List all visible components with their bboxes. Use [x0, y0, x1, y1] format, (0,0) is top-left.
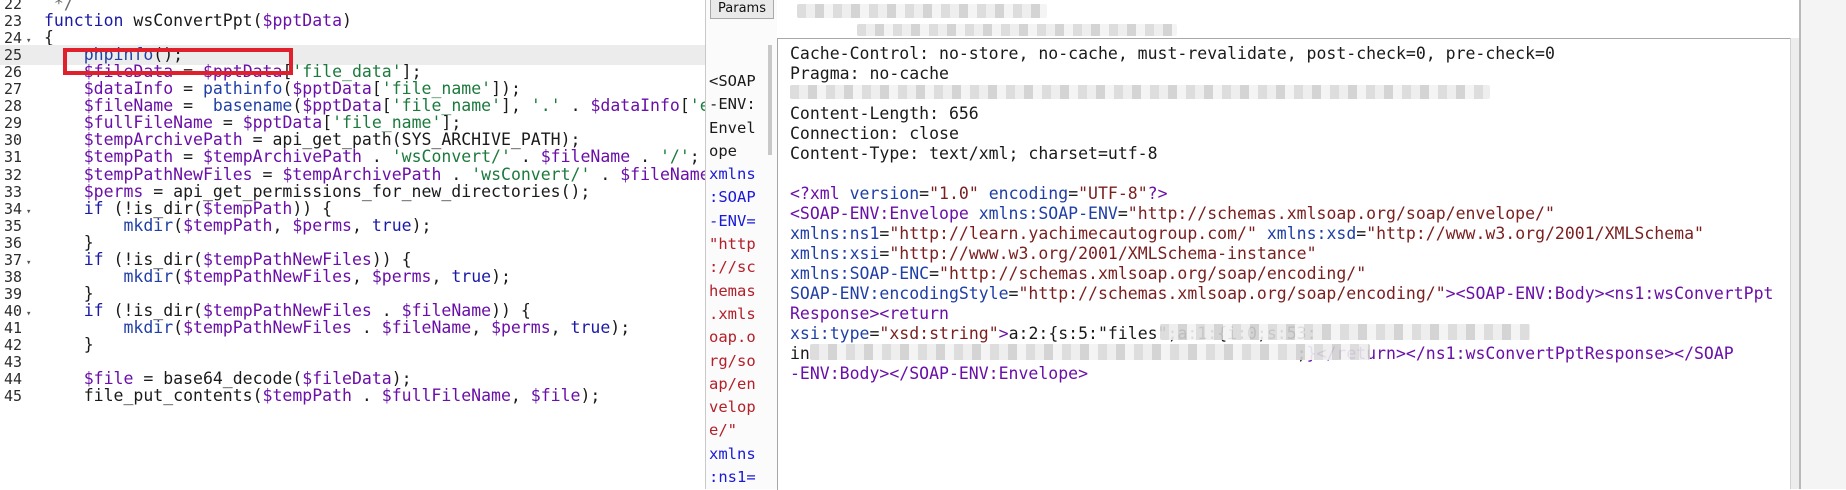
request-line: velop	[709, 398, 756, 417]
request-line: -ENV:	[709, 95, 756, 114]
request-line: oap.o	[709, 328, 756, 347]
request-line: ap/en	[709, 374, 756, 393]
code-text: file_put_contents($tempPath . $fullFileN…	[44, 386, 601, 406]
request-body: <SOAP -ENV: Envel ope xmlns :SOAP -ENV= "http :/…	[709, 70, 771, 489]
line-number: 45	[4, 387, 23, 406]
redacted-region	[810, 344, 1370, 360]
request-line: :SOAP	[709, 188, 756, 207]
request-line: rg/so	[709, 351, 756, 370]
redacted-region	[857, 24, 1177, 36]
redacted-region	[1160, 324, 1530, 340]
tab-params[interactable]: Params	[710, 0, 774, 19]
response-body-line: -ENV:Body></SOAP-ENV:Envelope>	[790, 364, 1089, 383]
request-line: e/"	[709, 421, 737, 440]
response-toolbar	[777, 0, 1799, 38]
right-gutter	[1799, 0, 1846, 489]
request-line: xmlns	[709, 444, 756, 463]
code-line[interactable]: 45 file_put_contents($tempPath . $fullFi…	[0, 386, 705, 406]
request-line: ://sc	[709, 258, 756, 277]
redacted-region	[790, 85, 1490, 99]
request-line: <SOAP	[709, 72, 756, 90]
request-line: "http	[709, 235, 756, 254]
request-line: Envel	[709, 118, 756, 137]
highlight-annotation-box	[63, 48, 293, 75]
request-line: ope	[709, 141, 737, 160]
request-line: hemas	[709, 281, 756, 300]
response-header-line: Content-Type: text/xml; charset=utf-8	[790, 144, 1158, 163]
request-line: .xmls	[709, 304, 756, 323]
request-line: -ENV=	[709, 211, 756, 230]
redacted-region	[797, 4, 1047, 18]
request-line: :ns1=	[709, 468, 756, 487]
request-line: xmlns	[709, 165, 756, 184]
